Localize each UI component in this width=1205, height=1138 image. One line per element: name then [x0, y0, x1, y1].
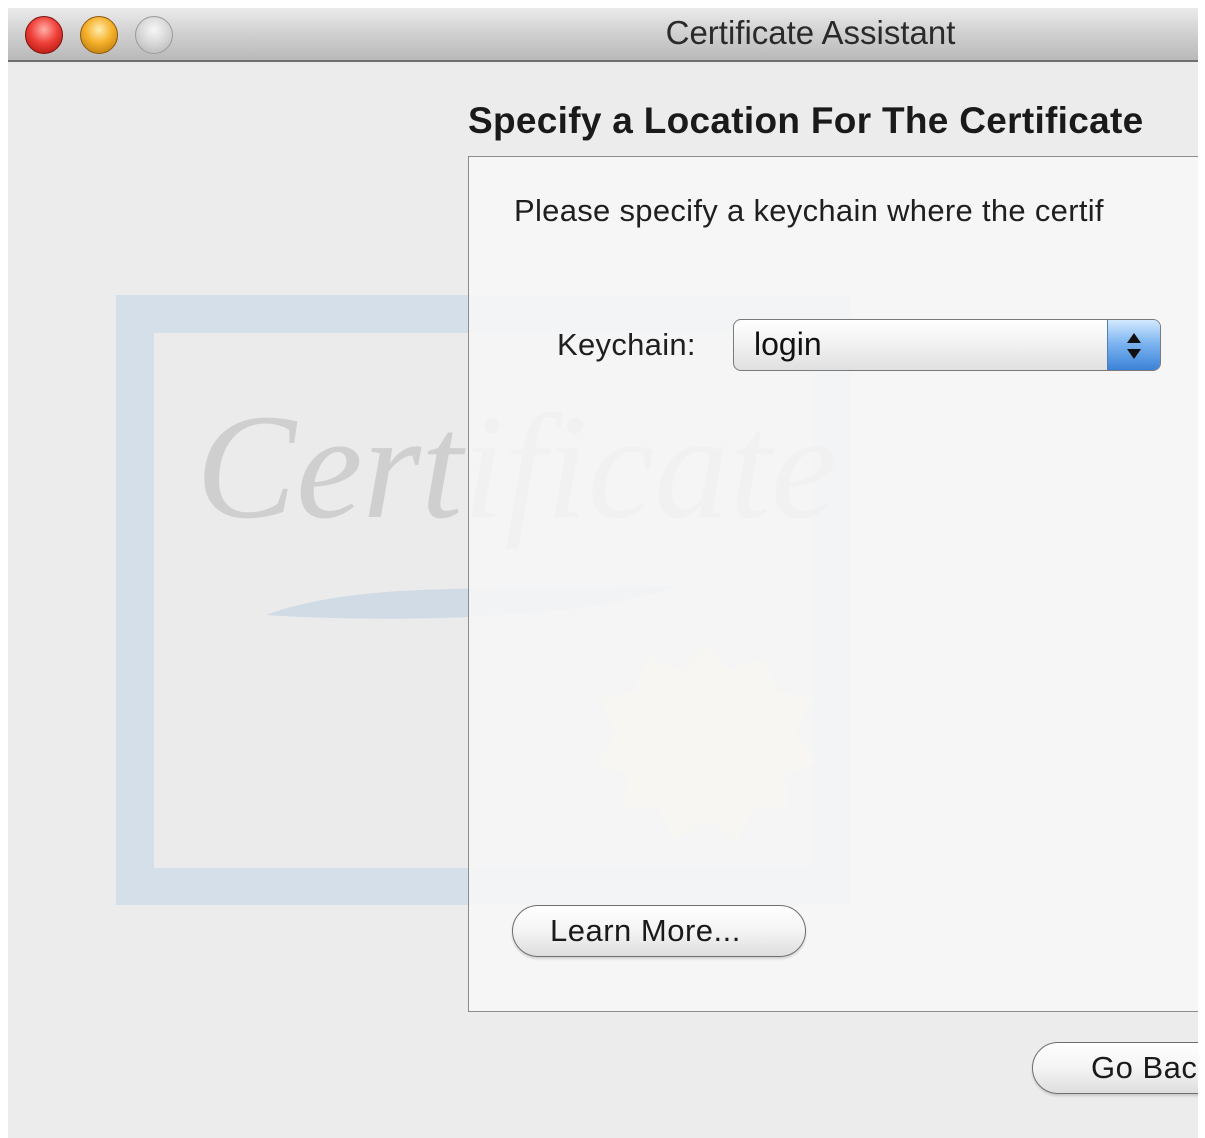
- up-down-arrows-icon: [1107, 320, 1160, 370]
- title-bar[interactable]: Certificate Assistant: [8, 8, 1198, 62]
- window-title: Certificate Assistant: [665, 14, 956, 51]
- content-panel: Please specify a keychain where the cert…: [468, 156, 1198, 1012]
- section-title: Specify a Location For The Certificate: [468, 100, 1144, 141]
- learn-more-button[interactable]: Learn More...: [512, 905, 806, 957]
- keychain-label: Keychain:: [557, 327, 696, 362]
- close-window-button[interactable]: [25, 16, 63, 54]
- certificate-assistant-window: Certificate Assistant Certificate Specif…: [8, 8, 1198, 1138]
- minimize-window-button[interactable]: [80, 16, 118, 54]
- go-back-button[interactable]: Go Bac: [1032, 1042, 1198, 1094]
- keychain-popup-value: login: [754, 326, 822, 362]
- instructions-text: Please specify a keychain where the cert…: [514, 193, 1104, 228]
- keychain-popup[interactable]: login: [733, 319, 1161, 371]
- zoom-window-button[interactable]: [135, 16, 173, 54]
